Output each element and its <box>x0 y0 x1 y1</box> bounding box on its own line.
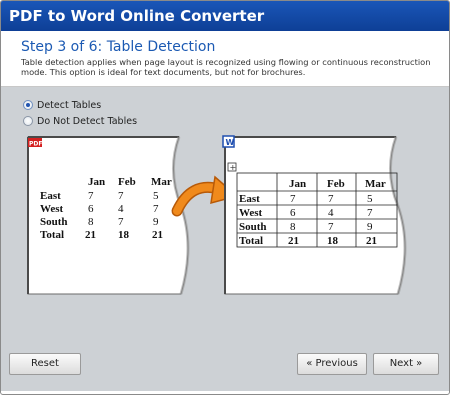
pdf-cell: 7 <box>88 190 94 202</box>
pdf-cell: 6 <box>88 203 94 215</box>
word-cell: 7 <box>367 207 373 219</box>
pdf-header-mar: Mar <box>151 176 172 188</box>
previous-button[interactable]: « Previous <box>297 353 367 375</box>
word-cell: 9 <box>367 221 373 233</box>
converter-window: PDF to Word Online Converter Step 3 of 6… <box>0 0 450 395</box>
pdf-header-feb: Feb <box>118 176 136 188</box>
table-detection-illustration: PDF Jan Feb Mar East West South Total 7 … <box>27 135 407 295</box>
pdf-cell: 9 <box>153 216 159 228</box>
word-header-feb: Feb <box>327 178 345 190</box>
pdf-total: 18 <box>118 229 130 241</box>
pdf-row-label: Total <box>40 229 64 241</box>
word-page: W + Jan Feb Mar East West South Total 7 … <box>222 135 407 295</box>
word-total: 21 <box>366 235 377 247</box>
word-cell: 7 <box>328 193 334 205</box>
pdf-badge-text: PDF <box>29 141 42 148</box>
word-cell: 5 <box>367 193 373 205</box>
pdf-header-jan: Jan <box>88 176 105 188</box>
word-row-label: East <box>239 193 260 205</box>
pdf-cell: 7 <box>118 216 124 228</box>
reset-button[interactable]: Reset <box>9 353 81 375</box>
word-header-jan: Jan <box>289 178 306 190</box>
pdf-cell: 4 <box>118 203 124 215</box>
word-cell: 7 <box>290 193 296 205</box>
word-badge-text: W <box>226 138 235 147</box>
word-cell: 7 <box>328 221 334 233</box>
word-total: 21 <box>288 235 299 247</box>
word-row-label: West <box>239 207 263 219</box>
move-handle-text: + <box>230 163 237 172</box>
pdf-page: PDF Jan Feb Mar East West South Total 7 … <box>27 136 190 295</box>
word-cell: 8 <box>290 221 296 233</box>
pdf-row-label: West <box>40 203 64 215</box>
pdf-cell: 7 <box>153 203 159 215</box>
pdf-total: 21 <box>152 229 163 241</box>
word-cell: 4 <box>328 207 334 219</box>
word-row-label: South <box>239 221 267 233</box>
pdf-cell: 5 <box>153 190 159 202</box>
word-row-label: Total <box>239 235 263 247</box>
pdf-row-label: East <box>40 190 61 202</box>
pdf-cell: 7 <box>118 190 124 202</box>
word-header-mar: Mar <box>365 178 386 190</box>
next-button[interactable]: Next » <box>373 353 439 375</box>
word-total: 18 <box>327 235 339 247</box>
word-cell: 6 <box>290 207 296 219</box>
pdf-cell: 8 <box>88 216 94 228</box>
pdf-total: 21 <box>85 229 96 241</box>
pdf-row-label: South <box>40 216 68 228</box>
